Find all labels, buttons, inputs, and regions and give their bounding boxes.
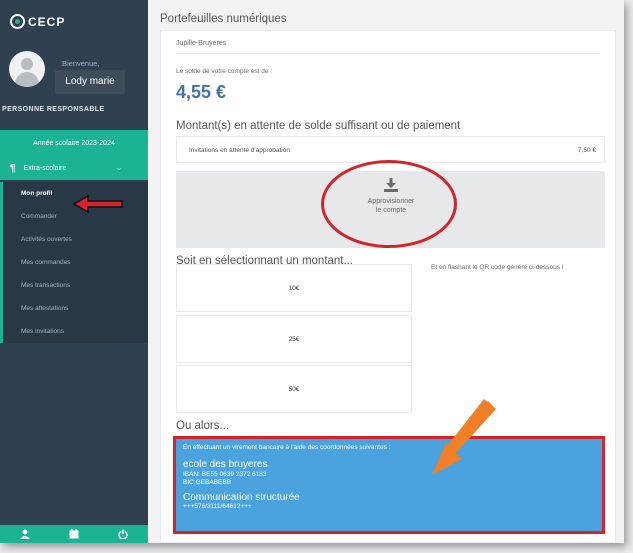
cutlery-icon: ¶ [10,163,16,174]
sidebar-item-commandes[interactable]: Mes commandes [0,251,148,274]
amount-10-button[interactable]: 10€ [176,264,412,312]
red-circle-annotation [321,160,457,248]
iban: IBAN: BE55 0639 2372 6183 [183,471,267,478]
role-label: PERSONNE RESPONSABLE [2,106,105,113]
sidebar-item-invitations[interactable]: Mes invitations [0,320,148,343]
red-arrow-annotation [72,195,123,213]
pending-amount: 7,50 € [577,147,596,154]
welcome-text: Bienvenue, [62,59,100,68]
main-content: Portefeuilles numériques Jupille-Bruyere… [148,0,624,543]
pending-label: Invitations en attente d'approbation [189,147,290,154]
amount-50-button[interactable]: 50€ [176,365,412,413]
wallet-name: Jupille-Bruyeres [176,40,227,47]
supply-panel: Approvisionner le compte [176,160,605,248]
communication-value: +++576/3111/64612+++ [183,503,252,510]
chevron-down-icon: ⌄ [116,165,122,172]
or-title: Ou alors... [176,420,230,432]
bank-intro: En effectuant un virement bancaire à l'a… [183,444,391,451]
user-icon[interactable] [19,529,30,539]
pending-row: Invitations en attente d'approbation 7,5… [176,136,605,163]
power-icon[interactable] [118,529,129,539]
communication-title: Communication structurée [183,492,300,503]
avatar [9,51,45,87]
sidebar-item-attestations[interactable]: Mes attestations [0,297,148,320]
pending-title: Montant(s) en attente de solde suffisant… [176,120,461,132]
divider [176,53,600,54]
sidebar-item-transactions[interactable]: Mes transactions [0,274,148,297]
wallet-card: Jupille-Bruyeres Le solde de votre compt… [160,30,616,543]
page-title: Portefeuilles numériques [160,13,287,25]
bic: BIC:GEBABEBB [183,479,232,486]
sidebar-item-activites[interactable]: Activités ouvertes [0,228,148,251]
balance-label: Le solde de votre compte est de : [176,68,273,75]
balance-value: 4,55 € [176,82,227,102]
logo-text: CECP [28,14,66,29]
calendar-icon[interactable] [69,529,79,539]
amount-25-button[interactable]: 25€ [176,315,412,363]
school-year-item[interactable]: Année scolaire 2023-2024 [0,130,148,158]
qr-instruction: Et en flashant le QR code généré ci-dess… [431,264,564,271]
logo[interactable]: CECP [10,14,65,29]
username-button[interactable]: Lody marie [55,70,125,94]
menu-head-label: Extra-scolaire [23,165,67,172]
bottom-bar [0,525,148,543]
menu-extra-scolaire[interactable]: ¶ Extra-scolaire ⌄ [0,158,148,180]
bank-transfer-box: En effectuant un virement bancaire à l'a… [173,436,605,534]
sidebar: CECP Bienvenue, Lody marie PERSONNE RESP… [0,0,148,543]
logo-icon [10,14,25,29]
app-window: CECP Bienvenue, Lody marie PERSONNE RESP… [0,0,624,543]
beneficiary-name: ecole des bruyeres [183,459,268,470]
orange-arrow-annotation [432,399,496,475]
